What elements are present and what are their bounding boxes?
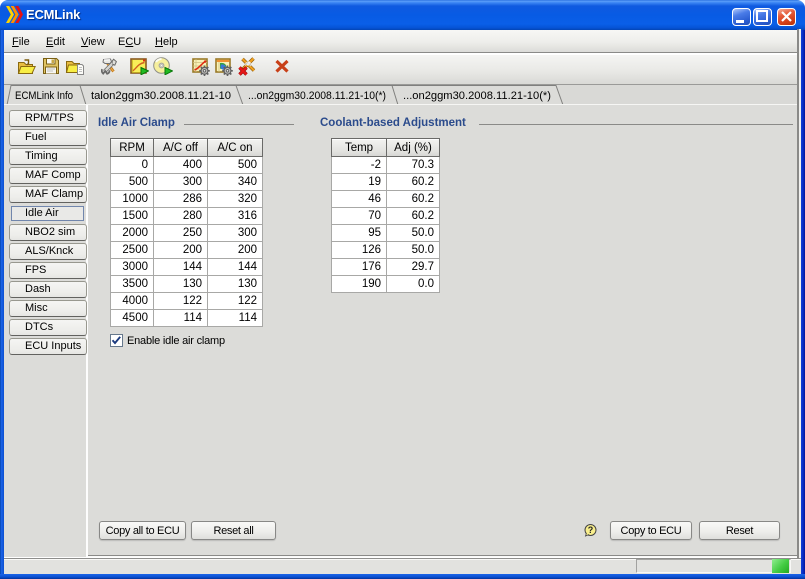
svg-text:...on2ggm30.2008.11.21-10(*): ...on2ggm30.2008.11.21-10(*) bbox=[403, 90, 551, 102]
svg-text:ECMLink Info: ECMLink Info bbox=[15, 90, 73, 102]
svg-text:...on2ggm30.2008.11.21-10(*): ...on2ggm30.2008.11.21-10(*) bbox=[248, 90, 386, 102]
svg-text:talon2ggm30.2008.11.21-10: talon2ggm30.2008.11.21-10 bbox=[91, 90, 231, 102]
svg-text:?: ? bbox=[588, 525, 594, 535]
